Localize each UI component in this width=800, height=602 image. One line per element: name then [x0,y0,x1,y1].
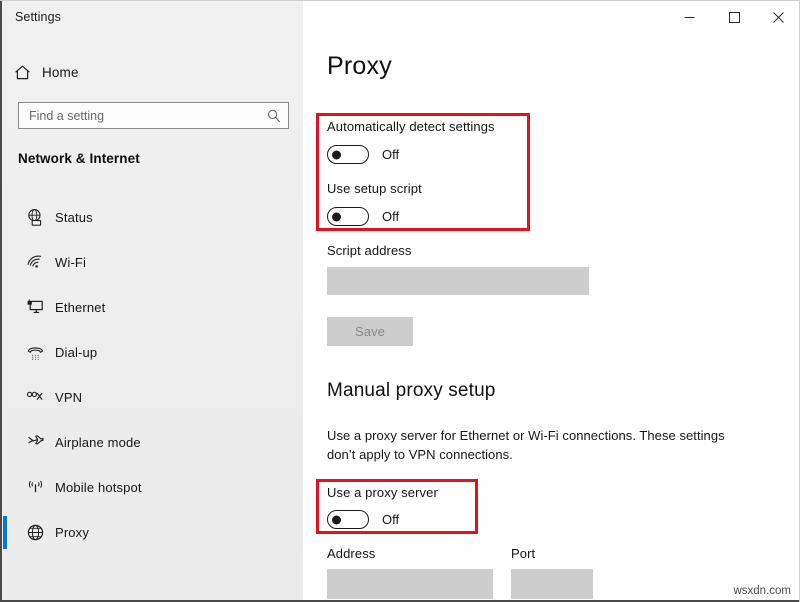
save-button-label: Save [354,324,386,339]
selection-accent-bar [3,516,7,549]
sidebar-item-mobile-hotspot-label: Mobile hotspot [55,480,142,495]
main-content: Proxy Automatically detect settings Off … [303,35,799,602]
sidebar-item-vpn[interactable]: VPN [2,375,303,420]
sidebar-item-airplane-mode-label: Airplane mode [55,435,141,450]
sidebar: Home Network & Internet [2,1,303,602]
sidebar-item-mobile-hotspot[interactable]: Mobile hotspot [2,465,303,510]
sidebar-item-dialup[interactable]: Dial-up [2,330,303,375]
search-box[interactable] [18,102,289,129]
vpn-icon [15,388,55,407]
close-button[interactable] [755,1,799,33]
window-left-border [0,1,2,602]
minimize-icon [684,16,694,18]
use-setup-script-toggle[interactable] [327,207,369,226]
dialup-phone-icon [15,343,55,362]
ethernet-icon [15,298,55,317]
sidebar-item-wifi[interactable]: Wi-Fi [2,240,303,285]
proxy-globe-icon [15,523,55,542]
hotspot-icon [15,478,55,497]
use-a-proxy-server-label: Use a proxy server [327,485,438,500]
sidebar-item-status-label: Status [55,210,93,225]
auto-detect-settings-toggle-row[interactable]: Off [327,145,399,164]
sidebar-group-title: Network & Internet [18,151,140,166]
address-label: Address [327,546,376,561]
sidebar-item-home[interactable]: Home [2,55,303,89]
sidebar-item-ethernet[interactable]: Ethernet [2,285,303,330]
sidebar-item-wifi-label: Wi-Fi [55,255,87,270]
sidebar-nav-list: Status Wi-Fi Ethernet Dial-up VPN Airpla… [2,195,303,555]
toggle-knob [332,212,341,221]
use-setup-script-label: Use setup script [327,181,422,196]
script-address-label: Script address [327,243,412,258]
use-a-proxy-server-state: Off [382,512,400,527]
watermark: wsxdn.com [733,585,791,597]
title-bar: Settings [0,1,799,35]
airplane-icon [15,433,55,452]
use-setup-script-toggle-row[interactable]: Off [327,207,399,226]
port-label: Port [511,546,536,561]
sidebar-item-proxy[interactable]: Proxy [2,510,303,555]
script-address-input [327,267,589,295]
sidebar-item-ethernet-label: Ethernet [55,300,106,315]
sidebar-item-proxy-label: Proxy [55,525,89,540]
home-icon [2,64,42,81]
port-input [511,569,593,599]
toggle-knob [332,515,341,524]
auto-detect-settings-label: Automatically detect settings [327,119,495,134]
close-icon [772,11,784,23]
sidebar-item-home-label: Home [42,64,79,80]
maximize-button[interactable] [711,1,757,33]
status-globe-icon [15,208,55,227]
maximize-icon [728,11,740,23]
use-a-proxy-server-toggle-row[interactable]: Off [327,510,399,529]
save-button: Save [327,317,413,346]
sidebar-item-dialup-label: Dial-up [55,345,98,360]
manual-proxy-setup-description: Use a proxy server for Ethernet or Wi-Fi… [327,428,725,462]
manual-proxy-setup-heading: Manual proxy setup [327,380,496,401]
wifi-icon [15,253,55,272]
auto-detect-settings-toggle[interactable] [327,145,369,164]
address-input [327,569,493,599]
minimize-button[interactable] [666,1,712,33]
use-a-proxy-server-toggle[interactable] [327,510,369,529]
use-setup-script-state: Off [382,209,400,224]
page-title: Proxy [327,52,392,80]
search-input[interactable] [19,103,260,128]
sidebar-item-status[interactable]: Status [2,195,303,240]
window-title: Settings [15,10,61,24]
search-icon [260,109,288,123]
sidebar-item-airplane-mode[interactable]: Airplane mode [2,420,303,465]
settings-window: Settings Home Find a setting Network & I… [0,0,800,602]
sidebar-item-vpn-label: VPN [55,390,83,405]
toggle-knob [332,150,341,159]
auto-detect-settings-state: Off [382,147,400,162]
